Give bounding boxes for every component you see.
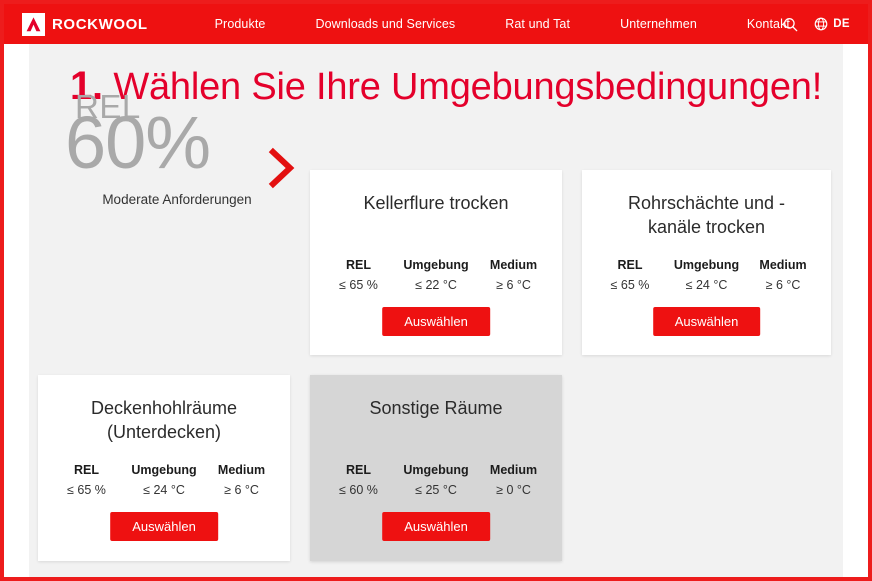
select-button[interactable]: Auswählen <box>110 512 218 541</box>
language-selector[interactable]: DE <box>814 17 850 31</box>
select-button[interactable]: Auswählen <box>382 307 490 336</box>
top-navigation-bar: ROCKWOOL Produkte Downloads und Services… <box>4 4 868 44</box>
environment-card-deckenhohlraeume-unterdecken[interactable]: Deckenhohlräume (Unterdecken) REL ≤ 65 % … <box>38 375 290 561</box>
stat-label-medium: Medium <box>759 258 807 272</box>
content-area: 1. Wählen Sie Ihre Umgebungsbedingungen!… <box>29 44 843 577</box>
select-button[interactable]: Auswählen <box>382 512 490 541</box>
language-code-label: DE <box>833 18 850 30</box>
card-stats: REL ≤ 60 % Umgebung ≤ 25 °C Medium ≥ 0 °… <box>322 461 550 500</box>
stat-label-medium: Medium <box>217 463 266 477</box>
rockwool-logo-icon <box>22 12 45 36</box>
stat-rel: REL ≤ 65 % <box>330 256 386 295</box>
stat-value-umgebung: ≤ 25 °C <box>415 482 457 497</box>
nav-tools: DE <box>783 4 850 44</box>
browser-frame: ROCKWOOL Produkte Downloads und Services… <box>0 0 872 581</box>
stat-rel: REL ≤ 65 % <box>602 256 658 295</box>
stat-value-rel: ≤ 65 % <box>67 482 106 497</box>
card-title: Kellerflure trocken <box>363 193 509 213</box>
stat-label-rel: REL <box>345 463 371 477</box>
stat-value-medium: ≥ 0 °C <box>496 482 531 497</box>
stat-medium: Medium ≥ 0 °C <box>486 461 542 500</box>
stat-umgebung: Umgebung ≤ 24 °C <box>674 256 739 295</box>
brand-name-label: ROCKWOOL <box>52 15 148 33</box>
stat-umgebung: Umgebung ≤ 22 °C <box>403 256 468 295</box>
stat-label-umgebung: Umgebung <box>673 258 740 272</box>
select-button[interactable]: Auswählen <box>652 307 761 336</box>
stat-value-medium: ≥ 6 °C <box>765 277 801 292</box>
nav-links: Produkte Downloads und Services Rat und … <box>190 17 815 31</box>
environment-card-sonstige-raeume[interactable]: Sonstige Räume REL ≤ 60 % Umgebung ≤ 25 … <box>310 375 562 561</box>
stat-label-rel: REL <box>73 463 99 477</box>
card-title: Rohrschächte und - kanäle trocken <box>627 193 786 237</box>
stat-label-rel: REL <box>617 258 643 272</box>
stat-label-medium: Medium <box>489 258 538 272</box>
stat-medium: Medium ≥ 6 °C <box>755 256 811 295</box>
stat-medium: Medium ≥ 6 °C <box>214 461 270 500</box>
stat-medium: Medium ≥ 6 °C <box>486 256 542 295</box>
chevron-right-icon[interactable] <box>267 146 297 190</box>
card-title: Sonstige Räume <box>369 398 503 418</box>
nav-link-unternehmen[interactable]: Unternehmen <box>595 17 722 31</box>
stat-value-umgebung: ≤ 24 °C <box>685 277 728 292</box>
stat-value-umgebung: ≤ 24 °C <box>143 482 185 497</box>
rel-summary: REL 60% Moderate Anforderungen <box>49 84 305 249</box>
stat-umgebung: Umgebung ≤ 24 °C <box>131 461 196 500</box>
nav-link-downloads-und-services[interactable]: Downloads und Services <box>290 17 480 31</box>
card-stats: REL ≤ 65 % Umgebung ≤ 24 °C Medium ≥ 6 °… <box>594 256 819 295</box>
card-stats: REL ≤ 65 % Umgebung ≤ 24 °C Medium ≥ 6 °… <box>50 461 278 500</box>
card-stats: REL ≤ 65 % Umgebung ≤ 22 °C Medium ≥ 6 °… <box>322 256 550 295</box>
stat-label-umgebung: Umgebung <box>403 463 469 477</box>
globe-icon <box>814 17 828 31</box>
nav-link-rat-und-tat[interactable]: Rat und Tat <box>480 17 595 31</box>
stat-value-rel: ≤ 60 % <box>339 482 378 497</box>
rockwool-brand-link[interactable]: ROCKWOOL <box>22 12 148 36</box>
stat-label-rel: REL <box>345 258 371 272</box>
stat-value-umgebung: ≤ 22 °C <box>415 277 457 292</box>
environment-card-rohrschaechte-und-kanaele-trocken[interactable]: Rohrschächte und - kanäle trocken REL ≤ 6… <box>582 170 831 355</box>
card-title: Deckenhohlräume (Unterdecken) <box>90 398 238 442</box>
stat-label-umgebung: Umgebung <box>403 258 469 272</box>
stat-rel: REL ≤ 60 % <box>330 461 386 500</box>
page-body: 1. Wählen Sie Ihre Umgebungsbedingungen!… <box>4 44 868 577</box>
environment-card-kellerflure-trocken[interactable]: Kellerflure trocken REL ≤ 65 % Umgebung … <box>310 170 562 355</box>
rel-summary-caption: Moderate Anforderungen <box>102 192 252 207</box>
nav-link-produkte[interactable]: Produkte <box>190 17 291 31</box>
stat-value-rel: ≤ 65 % <box>610 277 650 292</box>
stat-label-medium: Medium <box>489 463 538 477</box>
search-icon[interactable] <box>783 17 798 32</box>
stat-umgebung: Umgebung ≤ 25 °C <box>403 461 468 500</box>
stat-value-rel: ≤ 65 % <box>339 277 378 292</box>
rel-summary-value: 60% <box>65 101 211 184</box>
stat-value-medium: ≥ 6 °C <box>496 277 531 292</box>
stat-value-medium: ≥ 6 °C <box>224 482 259 497</box>
stat-rel: REL ≤ 65 % <box>58 461 114 500</box>
stat-label-umgebung: Umgebung <box>131 463 197 477</box>
